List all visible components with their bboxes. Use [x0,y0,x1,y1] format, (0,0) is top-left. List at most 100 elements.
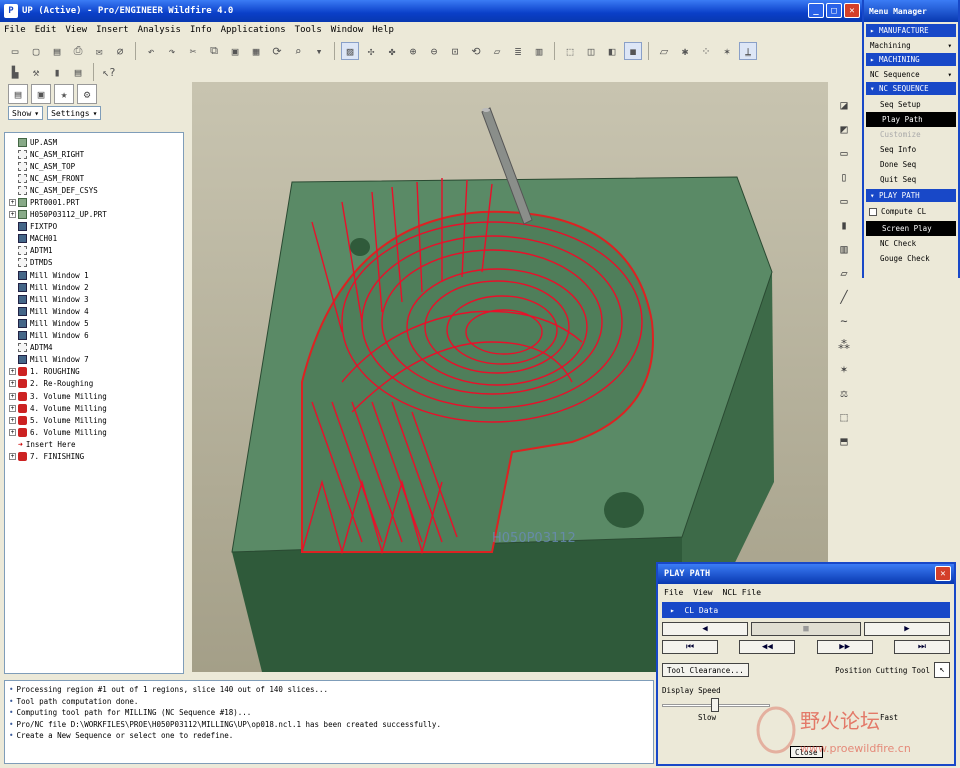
datum-points-icon[interactable]: ⁘ [697,42,715,60]
tree-item[interactable]: +2. Re-Roughing [9,378,183,390]
tree-item[interactable]: FIXTPO [9,221,183,233]
menu-tools[interactable]: Tools [295,25,322,35]
expand-icon[interactable]: + [9,380,16,388]
model-tree[interactable]: UP.ASM NC_ASM_RIGHT NC_ASM_TOP NC_ASM_FRONT… [4,132,184,674]
favorites-tab-icon[interactable]: ★ [54,84,74,104]
datum-axis-tool-icon[interactable]: ╱ [834,288,854,306]
process-manager-icon[interactable]: ▤ [69,63,87,81]
stop-button[interactable]: ■ [751,622,861,636]
menu-applications[interactable]: Applications [221,25,286,35]
tree-item[interactable]: Mill Window 7 [9,354,183,366]
regenerate-icon[interactable]: ⟳ [268,42,286,60]
new-file-icon[interactable]: ▭ [6,42,24,60]
copy-geometry-icon[interactable]: ⬚ [834,408,854,426]
refit-icon[interactable]: ⊡ [446,42,464,60]
dialog-menu-ncl-file[interactable]: NCL File [723,588,762,597]
mill-surface-icon[interactable]: ◩ [834,120,854,138]
tree-item[interactable]: MACH01 [9,233,183,245]
show-dropdown[interactable]: Show ▾ [8,106,44,120]
zoom-out-icon[interactable]: ⊖ [425,42,443,60]
annotations-icon[interactable]: ⍊ [739,42,757,60]
menu-item-nc-check[interactable]: NC Check [864,236,958,251]
expand-icon[interactable]: + [9,404,16,412]
tree-item[interactable]: Mill Window 1 [9,269,183,281]
shading-icon[interactable]: ◼ [624,42,642,60]
expand-icon[interactable]: + [9,392,16,400]
tree-item[interactable]: Mill Window 2 [9,281,183,293]
tree-item[interactable]: NC_ASM_TOP [9,160,183,172]
close-button[interactable]: Close [790,746,823,758]
datum-planes-icon[interactable]: ⏥ [655,42,673,60]
print-icon[interactable]: ⎙ [69,42,87,60]
tree-item[interactable]: +4. Volume Milling [9,402,183,414]
connections-tab-icon[interactable]: ⚙ [77,84,97,104]
fixture-icon[interactable]: ▮ [834,216,854,234]
menu-help[interactable]: Help [372,25,394,35]
tree-item[interactable]: NC_ASM_DEF_CSYS [9,184,183,196]
menu-item-play-path[interactable]: Play Path [866,112,956,127]
cut-icon[interactable]: ✂ [184,42,202,60]
tree-item[interactable]: UP.ASM [9,136,183,148]
speed-slider-thumb[interactable] [710,698,719,712]
manufacturing-icon[interactable]: ▙ [6,63,24,81]
tree-item[interactable]: +1. ROUGHING [9,366,183,378]
menu-item-seq-info[interactable]: Seq Info [864,142,958,157]
tree-item[interactable]: + H050P03112_UP.PRT [9,209,183,221]
mill-window-icon[interactable]: ▭ [834,144,854,162]
menu-window[interactable]: Window [331,25,364,35]
nc-sequence-header[interactable]: ▾ NC SEQUENCE [866,82,956,95]
tree-item[interactable]: ADTM1 [9,245,183,257]
fast-forward-end-button[interactable]: ⏭ [893,640,950,654]
settings-dropdown[interactable]: Settings ▾ [47,106,102,120]
expand-icon[interactable]: + [9,416,16,424]
menu-item-seq-setup[interactable]: Seq Setup [864,97,958,112]
context-help-icon[interactable]: ↖? [100,63,118,81]
menu-info[interactable]: Info [190,25,212,35]
spin-center-icon[interactable]: ✣ [362,42,380,60]
assemble-icon[interactable]: ▭ [834,192,854,210]
compute-cl-checkbox[interactable]: Compute CL [864,204,958,219]
menu-insert[interactable]: Insert [96,25,129,35]
find-icon[interactable]: ⌕ [289,42,307,60]
expand-icon[interactable]: + [9,428,16,436]
analysis-tool-icon[interactable]: ⚖ [834,384,854,402]
display-speed-slider[interactable] [662,698,950,712]
menu-item-quit-seq[interactable]: Quit Seq [864,172,958,187]
menu-file[interactable]: File [4,25,26,35]
save-icon[interactable]: ▤ [48,42,66,60]
dialog-menu-view[interactable]: View [693,588,712,597]
cl-data-toggle[interactable]: ▸ CL Data [662,602,950,618]
play-forward-button[interactable]: ▶ [864,622,950,636]
menu-item-customize[interactable]: Customize [864,127,958,142]
wireframe-icon[interactable]: ⬚ [561,42,579,60]
tree-item[interactable]: +6. Volume Milling [9,426,183,438]
tree-item[interactable]: +7. FINISHING [9,450,183,462]
tool-manager-icon[interactable]: ⚒ [27,63,45,81]
tree-item[interactable]: +3. Volume Milling [9,390,183,402]
undo-icon[interactable]: ↶ [142,42,160,60]
step-forward-button[interactable]: ▶▶ [816,640,873,654]
mill-volume-icon[interactable]: ◪ [834,96,854,114]
expand-icon[interactable]: + [9,199,16,207]
machining-dropdown[interactable]: Machining ▾ [866,39,956,51]
expand-icon[interactable]: + [9,452,16,460]
datum-point-tool-icon[interactable]: ⁂ [834,336,854,354]
expand-icon[interactable]: + [9,368,16,376]
redo-icon[interactable]: ↷ [163,42,181,60]
play-path-header[interactable]: ▾ PLAY PATH [866,189,956,202]
tree-item[interactable]: Mill Window 4 [9,305,183,317]
nc-sequence-dropdown[interactable]: NC Sequence ▾ [866,68,956,80]
email-link-icon[interactable]: ⌀ [111,42,129,60]
hidden-line-icon[interactable]: ◫ [582,42,600,60]
dialog-menu-file[interactable]: File [664,588,683,597]
select-cursor-icon[interactable]: ↖ [934,662,950,678]
tree-item[interactable]: + PRT0001.PRT [9,196,183,208]
datum-curve-tool-icon[interactable]: ∼ [834,312,854,330]
minimize-button[interactable]: _ [808,3,824,18]
paste-special-icon[interactable]: ▦ [247,42,265,60]
tree-item[interactable]: +5. Volume Milling [9,414,183,426]
datum-plane-tool-icon[interactable]: ▱ [834,264,854,282]
orient-mode-icon[interactable]: ✤ [383,42,401,60]
folder-browser-tab-icon[interactable]: ▣ [31,84,51,104]
paste-icon[interactable]: ▣ [226,42,244,60]
